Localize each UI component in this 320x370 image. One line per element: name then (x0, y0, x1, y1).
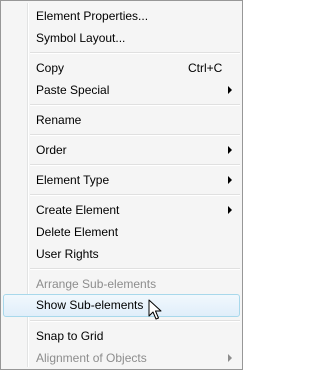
menu-item-label: Symbol Layout... (36, 31, 126, 45)
chevron-right-icon (228, 354, 232, 362)
menu-item-label: Element Properties... (36, 9, 149, 23)
menu-item-label: Copy (36, 61, 65, 75)
menu-item-paste-special[interactable]: Paste Special (3, 79, 240, 101)
mouse-pointer-icon (148, 299, 162, 320)
chevron-right-icon (228, 86, 232, 94)
chevron-right-icon (228, 176, 232, 184)
context-menu: Element Properties... Symbol Layout... C… (0, 0, 243, 370)
menu-item-label: Element Type (36, 173, 110, 187)
menu-item-symbol-layout[interactable]: Symbol Layout... (3, 27, 240, 49)
menu-separator (30, 320, 240, 322)
menu-item-label: Snap to Grid (36, 329, 104, 343)
chevron-right-icon (228, 206, 232, 214)
menu-separator (30, 194, 240, 196)
menu-item-label: Show Sub-elements (36, 298, 144, 312)
menu-item-alignment-of-objects[interactable]: Alignment of Objects (3, 347, 240, 369)
menu-separator (30, 268, 240, 270)
menu-item-copy[interactable]: Copy Ctrl+C (3, 57, 240, 79)
menu-item-label: Arrange Sub-elements (36, 277, 157, 291)
menu-separator (30, 134, 240, 136)
menu-item-label: Paste Special (36, 83, 110, 97)
menu-item-create-element[interactable]: Create Element (3, 199, 240, 221)
menu-item-arrange-sub-elements[interactable]: Arrange Sub-elements (3, 273, 240, 295)
menu-item-element-type[interactable]: Element Type (3, 169, 240, 191)
menu-item-show-sub-elements[interactable]: Show Sub-elements (3, 294, 240, 317)
menu-item-label: Rename (36, 113, 82, 127)
menu-separator (30, 164, 240, 166)
menu-item-label: Delete Element (36, 225, 119, 239)
menu-item-snap-to-grid[interactable]: Snap to Grid (3, 325, 240, 347)
menu-item-label: Order (36, 143, 67, 157)
menu-separator (30, 104, 240, 106)
menu-item-label: Create Element (36, 203, 120, 217)
menu-item-label: Alignment of Objects (36, 351, 147, 365)
menu-item-user-rights[interactable]: User Rights (3, 243, 240, 265)
menu-item-delete-element[interactable]: Delete Element (3, 221, 240, 243)
menu-item-rename[interactable]: Rename (3, 109, 240, 131)
menu-separator (30, 52, 240, 54)
chevron-right-icon (228, 146, 232, 154)
menu-item-order[interactable]: Order (3, 139, 240, 161)
menu-item-label: User Rights (36, 247, 99, 261)
menu-item-element-properties[interactable]: Element Properties... (3, 5, 240, 27)
menu-item-shortcut: Ctrl+C (188, 61, 223, 75)
